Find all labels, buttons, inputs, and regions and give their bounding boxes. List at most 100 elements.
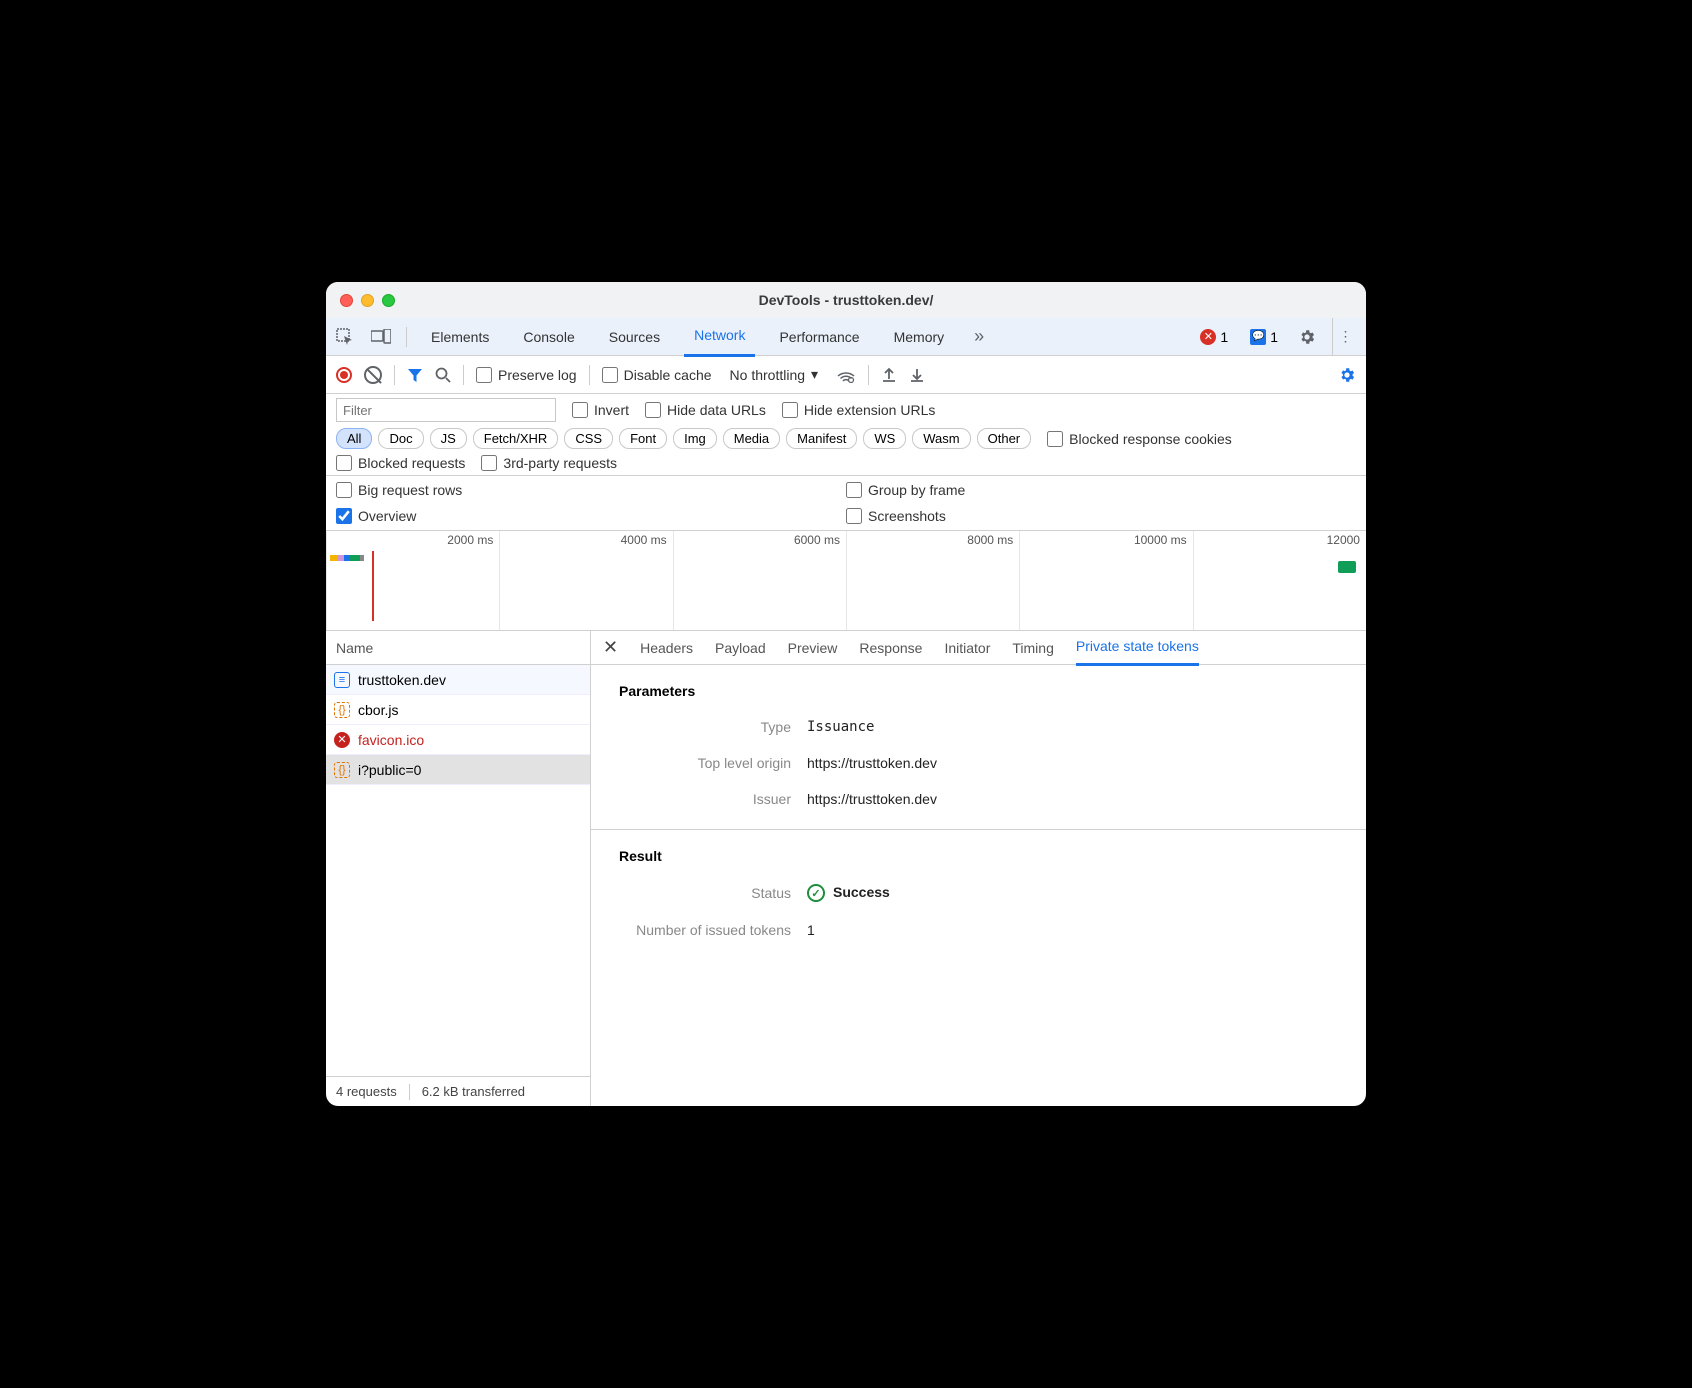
- error-badge[interactable]: ✕ 1: [1196, 329, 1232, 345]
- overview-label: Overview: [358, 508, 416, 524]
- error-icon: ✕: [334, 732, 350, 748]
- filter-section: Invert Hide data URLs Hide extension URL…: [326, 394, 1366, 476]
- hide-extension-urls-checkbox[interactable]: Hide extension URLs: [782, 402, 936, 418]
- issues-badge[interactable]: 💬 1: [1246, 329, 1282, 345]
- status-bar: 4 requests 6.2 kB transferred: [326, 1076, 590, 1106]
- type-pill-js[interactable]: JS: [430, 428, 467, 449]
- view-options: Big request rows Group by frame Overview…: [326, 476, 1366, 531]
- clear-icon[interactable]: [364, 366, 382, 384]
- type-pill-css[interactable]: CSS: [564, 428, 613, 449]
- type-pill-media[interactable]: Media: [723, 428, 780, 449]
- record-icon[interactable]: [336, 367, 352, 383]
- main-split: Name ≡ trusttoken.dev {} cbor.js ✕ favic…: [326, 631, 1366, 1106]
- tab-sources[interactable]: Sources: [599, 318, 670, 356]
- type-pill-img[interactable]: Img: [673, 428, 717, 449]
- request-list-header: Name: [326, 631, 590, 665]
- dtab-headers[interactable]: Headers: [640, 631, 693, 665]
- message-icon: 💬: [1250, 329, 1266, 345]
- timeline-late-segment: [1338, 561, 1356, 573]
- type-pill-fetch[interactable]: Fetch/XHR: [473, 428, 559, 449]
- preserve-log-label: Preserve log: [498, 367, 577, 383]
- tab-elements[interactable]: Elements: [421, 318, 499, 356]
- devtools-window: DevTools - trusttoken.dev/ Elements Cons…: [326, 282, 1366, 1106]
- type-pill-manifest[interactable]: Manifest: [786, 428, 857, 449]
- network-settings-icon[interactable]: [1338, 366, 1356, 384]
- dtab-preview[interactable]: Preview: [788, 631, 838, 665]
- invert-checkbox[interactable]: Invert: [572, 402, 629, 418]
- group-by-frame-checkbox[interactable]: Group by frame: [846, 482, 1356, 498]
- dtab-pst[interactable]: Private state tokens: [1076, 629, 1199, 666]
- kebab-menu-icon[interactable]: ⋮: [1332, 318, 1358, 356]
- status-label: Status: [591, 885, 791, 901]
- blocked-cookies-checkbox[interactable]: Blocked response cookies: [1047, 431, 1232, 447]
- num-tokens-label: Number of issued tokens: [591, 922, 791, 938]
- inspect-element-icon[interactable]: [334, 326, 356, 348]
- settings-icon[interactable]: [1296, 326, 1318, 348]
- detail-tabs: ✕ Headers Payload Preview Response Initi…: [591, 631, 1366, 665]
- request-item[interactable]: {} cbor.js: [326, 695, 590, 725]
- timeline-overview[interactable]: 2000 ms 4000 ms 6000 ms 8000 ms 10000 ms…: [326, 531, 1366, 631]
- chevron-down-icon: ▾: [811, 366, 818, 383]
- third-party-checkbox[interactable]: 3rd-party requests: [481, 455, 617, 471]
- titlebar: DevTools - trusttoken.dev/: [326, 282, 1366, 318]
- network-toolbar: Preserve log Disable cache No throttling…: [326, 356, 1366, 394]
- request-item[interactable]: ≡ trusttoken.dev: [326, 665, 590, 695]
- dtab-payload[interactable]: Payload: [715, 631, 766, 665]
- close-detail-icon[interactable]: ✕: [603, 637, 618, 658]
- filter-input[interactable]: [336, 398, 556, 422]
- issues-count: 1: [1270, 329, 1278, 345]
- blocked-requests-checkbox[interactable]: Blocked requests: [336, 455, 465, 471]
- type-pill-wasm[interactable]: Wasm: [912, 428, 970, 449]
- network-conditions-icon[interactable]: [836, 367, 856, 383]
- tab-console[interactable]: Console: [513, 318, 584, 356]
- request-item-selected[interactable]: {} i?public=0: [326, 755, 590, 785]
- script-icon: {}: [334, 702, 350, 718]
- group-by-frame-label: Group by frame: [868, 482, 965, 498]
- download-har-icon[interactable]: [909, 367, 925, 383]
- type-pill-all[interactable]: All: [336, 428, 372, 449]
- preserve-log-checkbox[interactable]: Preserve log: [476, 367, 577, 383]
- status-text: Success: [833, 884, 890, 900]
- type-label: Type: [591, 719, 791, 735]
- timeline-tick: 4000 ms: [621, 533, 667, 547]
- timeline-tick: 12000: [1327, 533, 1360, 547]
- tab-memory[interactable]: Memory: [884, 318, 955, 356]
- hide-data-urls-checkbox[interactable]: Hide data URLs: [645, 402, 766, 418]
- top-level-origin-label: Top level origin: [591, 755, 791, 771]
- throttling-dropdown[interactable]: No throttling ▾: [724, 366, 825, 383]
- more-tabs-icon[interactable]: »: [968, 326, 990, 348]
- overview-checkbox[interactable]: Overview: [336, 508, 846, 524]
- type-pill-ws[interactable]: WS: [863, 428, 906, 449]
- result-heading: Result: [591, 830, 1366, 874]
- type-pill-font[interactable]: Font: [619, 428, 667, 449]
- parameters-heading: Parameters: [591, 665, 1366, 709]
- disable-cache-checkbox[interactable]: Disable cache: [602, 367, 712, 383]
- tab-network[interactable]: Network: [684, 316, 755, 357]
- blocked-requests-label: Blocked requests: [358, 455, 465, 471]
- device-toolbar-icon[interactable]: [370, 326, 392, 348]
- timeline-tick: 2000 ms: [447, 533, 493, 547]
- request-item-error[interactable]: ✕ favicon.ico: [326, 725, 590, 755]
- error-icon: ✕: [1200, 329, 1216, 345]
- request-name: i?public=0: [358, 762, 421, 778]
- dtab-initiator[interactable]: Initiator: [944, 631, 990, 665]
- type-pill-doc[interactable]: Doc: [378, 428, 423, 449]
- type-pill-other[interactable]: Other: [977, 428, 1032, 449]
- detail-pane: ✕ Headers Payload Preview Response Initi…: [591, 631, 1366, 1106]
- timeline-tick: 6000 ms: [794, 533, 840, 547]
- request-count: 4 requests: [336, 1084, 397, 1099]
- request-name: trusttoken.dev: [358, 672, 446, 688]
- disable-cache-label: Disable cache: [624, 367, 712, 383]
- request-name: cbor.js: [358, 702, 398, 718]
- timeline-tick: 8000 ms: [967, 533, 1013, 547]
- filter-icon[interactable]: [407, 367, 423, 383]
- dtab-response[interactable]: Response: [859, 631, 922, 665]
- search-icon[interactable]: [435, 367, 451, 383]
- detail-body: Parameters Type Issuance Top level origi…: [591, 665, 1366, 1106]
- screenshots-checkbox[interactable]: Screenshots: [846, 508, 1356, 524]
- timeline-tick: 10000 ms: [1134, 533, 1187, 547]
- tab-performance[interactable]: Performance: [769, 318, 869, 356]
- big-rows-checkbox[interactable]: Big request rows: [336, 482, 846, 498]
- dtab-timing[interactable]: Timing: [1012, 631, 1054, 665]
- upload-har-icon[interactable]: [881, 367, 897, 383]
